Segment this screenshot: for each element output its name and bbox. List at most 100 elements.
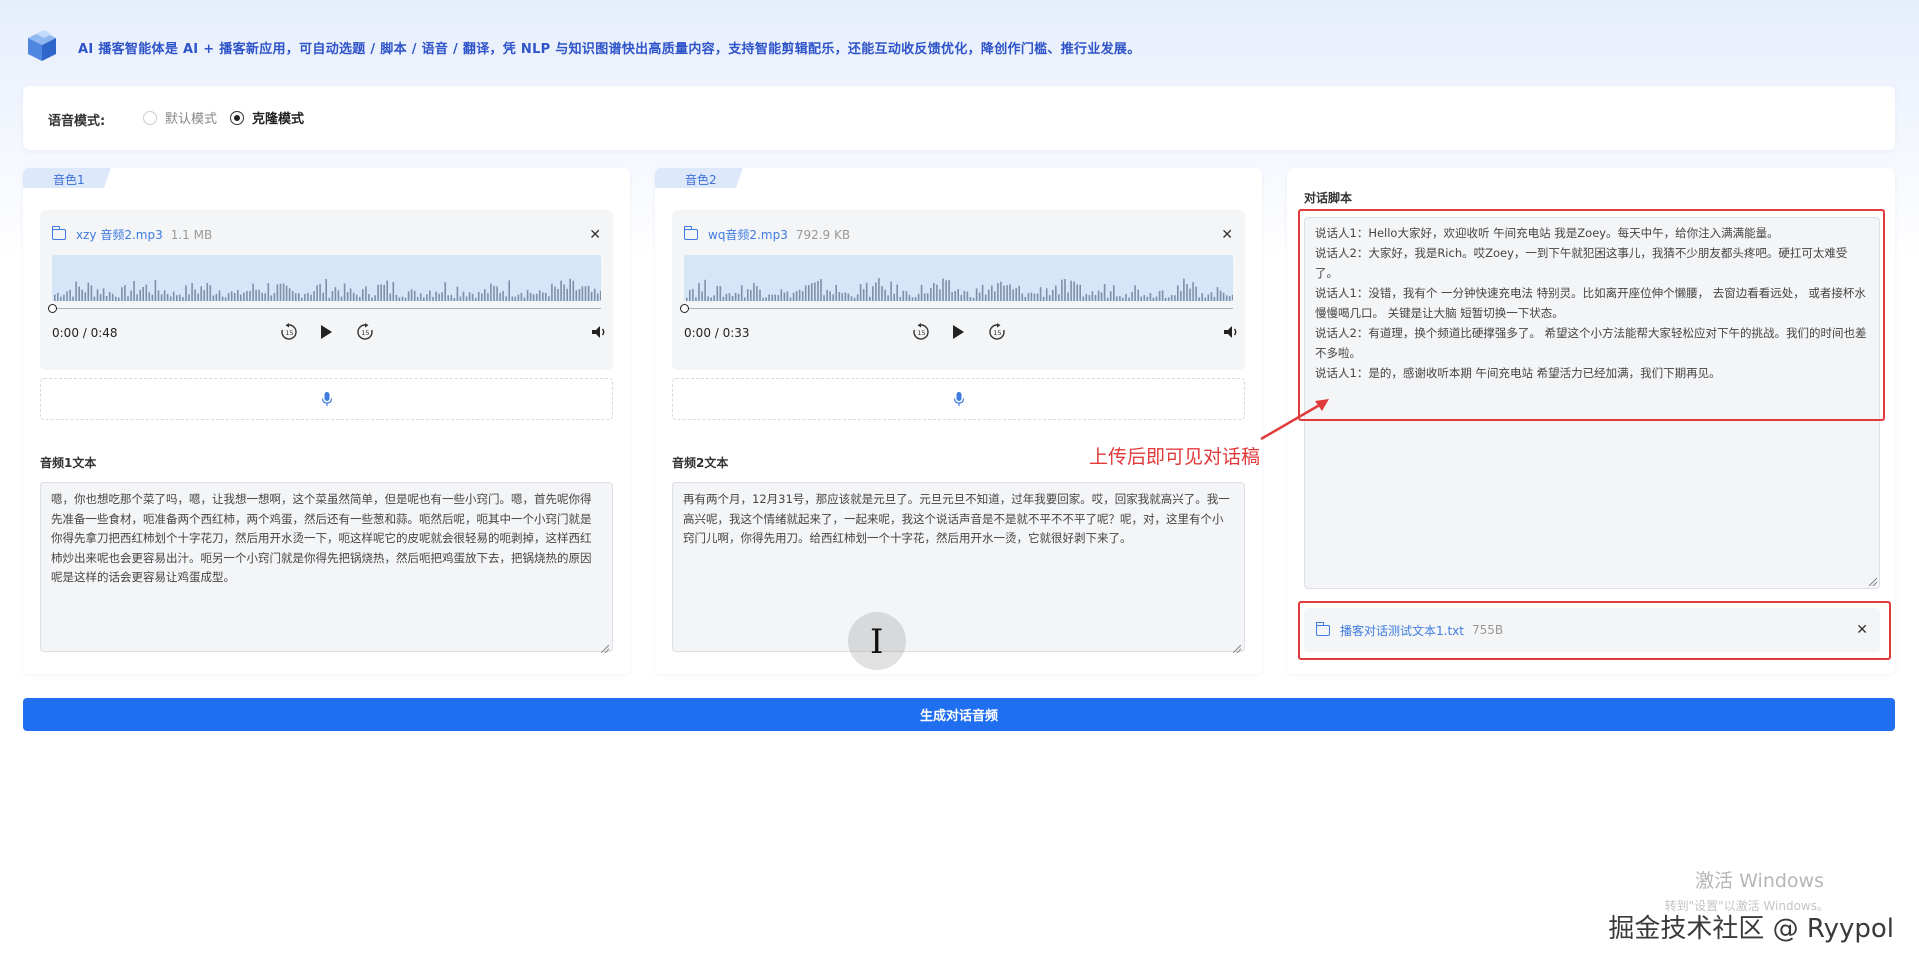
waveform-bar: [1070, 280, 1072, 301]
waveform-bar: [111, 293, 114, 301]
progress-handle[interactable]: [48, 304, 57, 313]
waveform-bar: [1134, 285, 1136, 301]
waveform-bar: [307, 292, 309, 301]
waveform-bar: [578, 289, 581, 301]
waveform-bar: [777, 295, 780, 301]
audio-file-name[interactable]: wq音频2.mp3: [708, 226, 788, 243]
waveform-bar: [1073, 281, 1075, 301]
waveform-bar: [698, 283, 700, 301]
generate-audio-button[interactable]: 生成对话音频: [23, 698, 1895, 731]
radio-circle-icon[interactable]: [143, 110, 157, 125]
waveform-bar: [383, 284, 385, 301]
play-icon[interactable]: [948, 322, 968, 342]
audio-text-input[interactable]: 再有两个月，12月31号，那应该就是元旦了。元旦元旦不知道，过年我要回家。哎，回…: [672, 482, 1245, 652]
waveform-bar: [493, 285, 495, 301]
waveform-bar: [969, 297, 972, 301]
waveform-bar: [593, 288, 596, 301]
waveform-bar: [1189, 288, 1191, 301]
waveform-bar: [1085, 293, 1088, 301]
waveform-bar: [1137, 289, 1139, 301]
record-button[interactable]: [672, 378, 1245, 420]
waveform-bar: [221, 296, 224, 301]
waveform-bar: [368, 294, 370, 301]
waveform[interactable]: [684, 255, 1233, 301]
forward-15-icon[interactable]: 15: [355, 322, 375, 342]
resize-handle[interactable]: [601, 645, 609, 653]
waveform-bar: [933, 283, 935, 301]
waveform-bar: [707, 296, 709, 301]
waveform-bar: [130, 290, 132, 301]
play-icon[interactable]: [316, 322, 336, 342]
waveform-bar: [798, 289, 801, 301]
rewind-15-icon[interactable]: 15: [911, 322, 931, 342]
waveform-bar: [355, 294, 358, 301]
waveform-bar: [182, 297, 184, 301]
waveform-bar: [1015, 287, 1017, 301]
audio-file-size: 792.9 KB: [795, 227, 851, 242]
waveform-bar: [1024, 297, 1027, 301]
radio-default-mode[interactable]: 默认模式: [143, 108, 217, 127]
waveform-bar: [230, 291, 233, 301]
audio-text-label: 音频1文本: [40, 456, 97, 470]
waveform-bar: [267, 283, 270, 301]
volume-icon[interactable]: [589, 322, 609, 342]
waveform-bar: [948, 279, 950, 301]
waveform-bar: [865, 282, 868, 301]
waveform-bar: [1170, 295, 1173, 301]
record-button[interactable]: [40, 378, 613, 420]
waveform-bar: [203, 290, 205, 301]
waveform-bar: [322, 292, 324, 301]
waveform-bar: [981, 284, 984, 301]
waveform-bar: [581, 286, 584, 301]
waveform-bar: [1225, 295, 1228, 301]
waveform-bar: [686, 297, 688, 301]
waveform-bar: [398, 297, 401, 301]
radio-checked-icon[interactable]: [230, 110, 244, 125]
waveform-bar: [1033, 293, 1036, 301]
waveform-bar: [548, 296, 550, 301]
waveform-bar: [276, 284, 279, 301]
waveform-bar: [166, 294, 169, 301]
waveform[interactable]: [52, 255, 601, 301]
waveform-bar: [841, 293, 844, 301]
waveform-bar: [313, 291, 315, 301]
waveform-bar: [829, 291, 831, 301]
close-icon[interactable]: ✕: [589, 227, 601, 243]
waveform-bar: [1149, 293, 1152, 301]
waveform-bar: [890, 281, 892, 301]
waveform-bar: [747, 289, 749, 301]
waveform-bar: [1146, 296, 1149, 301]
waveform-bar: [1152, 297, 1155, 301]
voice-tab-1[interactable]: 音色1: [23, 168, 111, 188]
progress-handle[interactable]: [680, 304, 689, 313]
rewind-15-icon[interactable]: 15: [279, 322, 299, 342]
forward-15-icon[interactable]: 15: [987, 322, 1007, 342]
waveform-bar: [386, 280, 388, 301]
waveform-bar: [380, 284, 382, 301]
waveform-bar: [142, 287, 144, 301]
audio-file-name[interactable]: xzy 音频2.mp3: [76, 226, 163, 243]
resize-handle[interactable]: [1869, 578, 1877, 586]
waveform-bar: [847, 293, 850, 301]
waveform-bar: [734, 292, 737, 301]
windows-activate-watermark: 激活 Windows: [1695, 870, 1824, 892]
waveform-bar: [789, 297, 792, 301]
progress-track[interactable]: [684, 308, 1233, 309]
close-icon[interactable]: ✕: [1221, 227, 1233, 243]
radio-clone-mode[interactable]: 克隆模式: [230, 108, 304, 127]
progress-track[interactable]: [52, 308, 601, 309]
waveform-bar: [1140, 296, 1142, 301]
waveform-bar: [966, 291, 969, 301]
waveform-bar: [1177, 285, 1179, 301]
waveform-bar: [212, 295, 215, 301]
waveform-bar: [923, 293, 926, 301]
waveform-bar: [282, 283, 285, 301]
waveform-bar: [1094, 295, 1097, 301]
volume-icon[interactable]: [1221, 322, 1241, 342]
audio-text-input[interactable]: 嗯，你也想吃那个菜了吗，嗯，让我想一想啊，这个菜虽然简单，但是呢也有一些小窍门。…: [40, 482, 613, 652]
waveform-bar: [926, 293, 929, 301]
voice-tab-2[interactable]: 音色2: [655, 168, 743, 188]
waveform-bar: [704, 279, 706, 301]
waveform-bar: [1119, 296, 1121, 301]
resize-handle[interactable]: [1233, 645, 1241, 653]
